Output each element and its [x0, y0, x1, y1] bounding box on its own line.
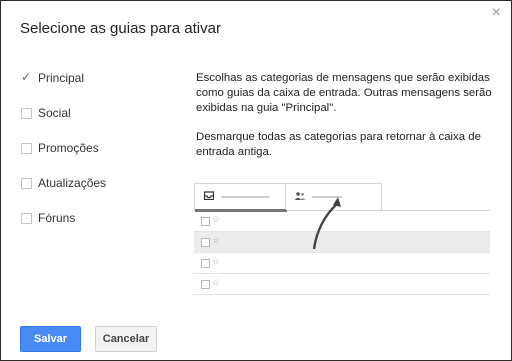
option-label: Promoções	[38, 141, 99, 155]
row-checkbox	[201, 280, 210, 289]
option-label: Atualizações	[38, 176, 107, 190]
description: Escolhas as categorias de mensagens que …	[196, 71, 496, 174]
row-checkbox	[201, 259, 210, 268]
checkbox[interactable]	[21, 213, 32, 224]
checkbox[interactable]	[21, 178, 32, 189]
option-label: Principal	[38, 71, 85, 85]
pointer-arrow-icon	[312, 197, 341, 250]
star-icon: ☆	[212, 277, 221, 287]
option-label: Social	[38, 106, 71, 120]
star-icon: ☆	[212, 214, 221, 224]
close-icon[interactable]: ×	[492, 5, 501, 21]
row-checkbox	[201, 238, 210, 247]
description-paragraph: Desmarque todas as categorias para retor…	[196, 131, 481, 158]
option-label: Fóruns	[38, 211, 76, 225]
star-icon: ☆	[212, 256, 221, 266]
star-icon: ☆	[212, 235, 221, 245]
preview-row: ☆	[194, 253, 490, 274]
row-checkbox	[201, 217, 210, 226]
preview-tab-primary	[194, 183, 287, 212]
option-principal[interactable]: ✓ Principal	[21, 70, 106, 106]
option-social[interactable]: Social	[21, 106, 106, 141]
option-promocoes[interactable]: Promoções	[21, 141, 106, 176]
checkbox[interactable]	[21, 108, 32, 119]
save-button[interactable]: Salvar	[20, 326, 81, 352]
cancel-button[interactable]: Cancelar	[95, 326, 157, 352]
checkbox[interactable]	[21, 143, 32, 154]
inbox-icon	[204, 191, 214, 200]
checkmark-icon: ✓	[21, 70, 32, 84]
category-options: ✓ Principal Social Promoções Atualizaçõe…	[21, 70, 106, 246]
inbox-preview: ☆ ☆ ☆ ☆	[194, 183, 490, 303]
preview-row: ☆	[194, 274, 490, 295]
dialog-title: Selecione as guias para ativar	[20, 20, 221, 37]
description-paragraph: Escolhas as categorias de mensagens que …	[196, 72, 492, 114]
option-foruns[interactable]: Fóruns	[21, 211, 106, 246]
option-atualizacoes[interactable]: Atualizações	[21, 176, 106, 211]
tab-selection-dialog: × Selecione as guias para ativar ✓ Princ…	[0, 0, 512, 361]
